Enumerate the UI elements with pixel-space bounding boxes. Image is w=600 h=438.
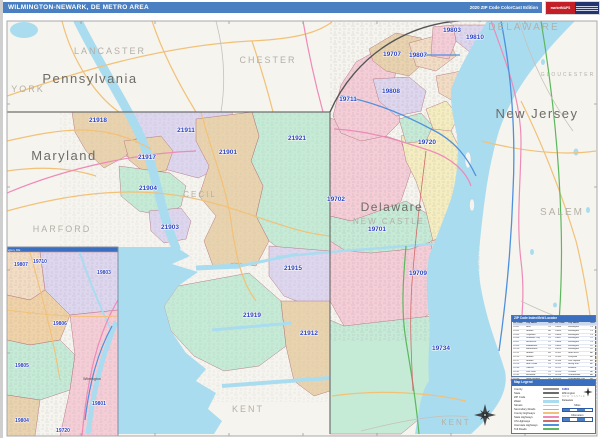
legend-label: County: [514, 387, 523, 391]
legend-label: Water: [514, 399, 522, 403]
zip-label: 19808: [382, 88, 400, 95]
county-label: YORK: [11, 84, 45, 94]
legend-label: State: [514, 391, 521, 395]
zip-label: 19711: [339, 96, 357, 103]
legend-swatch: [542, 399, 559, 403]
legend-label: ZIP Code: [514, 395, 526, 399]
legend-label: US Highways: [514, 419, 531, 423]
legend-label: State Highways: [514, 415, 533, 419]
county-label: HARFORD: [33, 224, 92, 234]
kilometers-scalebar: Kilometers: [561, 414, 593, 422]
zip-label: 19709: [409, 270, 427, 277]
legend-swatch: [542, 408, 559, 410]
miles-scalebar: Miles: [561, 404, 593, 412]
zip-index-panel[interactable]: ZIP Code Index/Grid Locator ZIP Code City…: [511, 315, 597, 401]
state-label: Maryland: [31, 148, 96, 163]
county-label: CECIL: [183, 190, 217, 199]
zip-label: 21921: [288, 135, 306, 142]
county-label: DELAWARE: [488, 22, 559, 33]
inset-zip-label: 19710: [33, 259, 47, 265]
legend-label: Interstate Highways: [514, 423, 538, 427]
legend-swatch: [542, 428, 559, 430]
zip-label: 19734: [432, 345, 450, 352]
zip-label: 21911: [177, 127, 195, 134]
zip-label: 19807: [409, 52, 427, 59]
zip-label: 21918: [89, 117, 107, 124]
zip-label: 21903: [161, 224, 179, 231]
zip-label: 21915: [284, 265, 302, 272]
zip-label: 21901: [219, 149, 237, 156]
inset-zip-label: 19803: [97, 270, 111, 276]
legend-swatch: [542, 396, 559, 398]
inset-city-label: Wilmington: [83, 377, 101, 381]
legend-swatch: [542, 424, 559, 426]
inset-city-labels: Wilmington: [83, 377, 101, 381]
legend-swatch: [542, 392, 559, 394]
zip-label: 19803: [443, 27, 461, 34]
map-sheet: WILMINGTON-NEWARK, DE METRO AREA 2020 ZI…: [0, 0, 600, 438]
inset-zip-label: 19807: [14, 262, 28, 268]
legend-items: County State ZIP Code Water Streets Secondary…: [514, 387, 559, 431]
inset-zip-label: 19720: [56, 428, 70, 434]
map-canvas[interactable]: LANCASTER YORK CHESTER DELAWARE GLOUCESTER HA…: [0, 0, 600, 438]
zip-label: 19702: [327, 196, 345, 203]
legend-sample-state: Delaware: [561, 398, 574, 402]
legend-swatch: [542, 404, 559, 406]
county-label: SALEM: [540, 207, 584, 218]
county-label: CHESTER: [239, 55, 296, 65]
legend-label: Streets: [514, 403, 523, 407]
county-label: KENT: [441, 418, 470, 427]
zip-label: 21917: [138, 154, 156, 161]
zip-label: 19720: [418, 139, 436, 146]
legend-row: Toll Roads: [514, 427, 559, 431]
county-label: NEW CASTLE: [353, 217, 425, 226]
legend-swatch: [542, 412, 559, 414]
zip-label: 21919: [243, 312, 261, 319]
county-label: LANCASTER: [74, 46, 146, 56]
state-label: Pennsylvania: [42, 71, 137, 86]
zip-label: 19701: [368, 226, 386, 233]
state-label: Delaware: [361, 200, 424, 214]
legend-swatch: [542, 420, 559, 422]
basemap: LANCASTER YORK CHESTER DELAWARE GLOUCESTER HA…: [0, 21, 597, 436]
legend-label: Toll Roads: [514, 427, 527, 431]
legend-label: County Highways: [514, 411, 535, 415]
state-label: New Jersey: [496, 106, 579, 121]
zip-label: 19707: [383, 51, 401, 58]
legend-label: Secondary Roads: [514, 407, 536, 411]
legend-compass-icon: [583, 387, 593, 397]
county-label: GLOUCESTER: [541, 72, 595, 78]
inset-zip-label: 19805: [15, 363, 29, 369]
legend-swatch: [542, 387, 559, 391]
zip-label: 21912: [300, 330, 318, 337]
legend-panel[interactable]: Map Legend County State ZIP Code Water Stree…: [511, 379, 596, 434]
inset-map[interactable]: Wilmington 19807 19710 19803 19806 19805 1980…: [0, 247, 118, 436]
inset-zip-label: 19801: [92, 401, 106, 407]
inset-zip-label: 19806: [53, 321, 67, 327]
county-label: KENT: [232, 404, 264, 414]
zip-label: 19810: [466, 34, 484, 41]
legend-swatch: [542, 416, 559, 418]
inset-title: Wilmington, DE: [0, 248, 20, 252]
zip-label: 21904: [139, 185, 157, 192]
inset-zip-label: 19804: [15, 418, 29, 424]
